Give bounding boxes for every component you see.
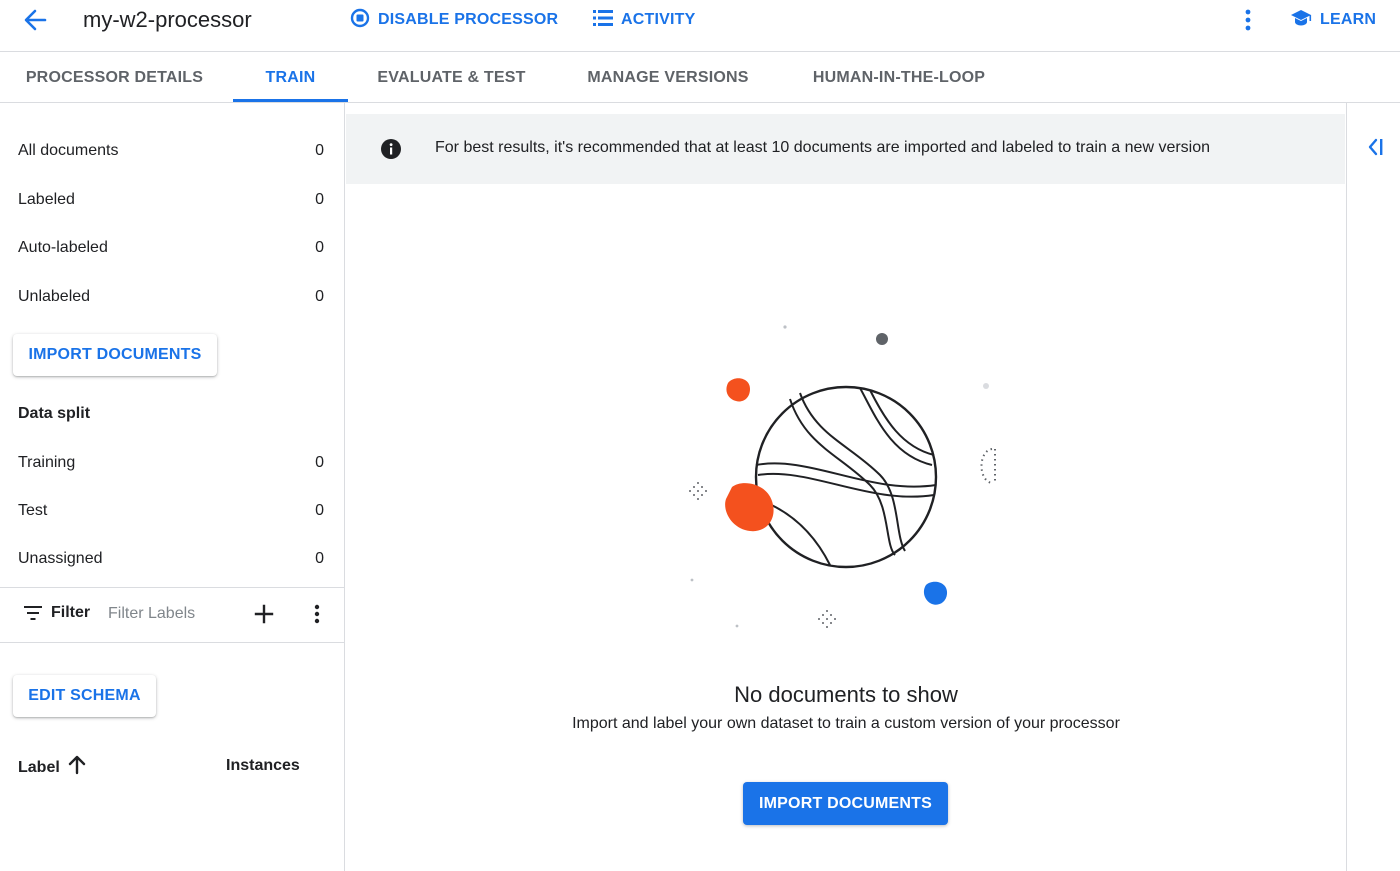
more-vert-icon[interactable] [1238, 6, 1258, 34]
split-count-training[interactable]: Training 0 [18, 451, 324, 475]
doc-count-label: Auto-labeled [18, 239, 108, 256]
activity-button[interactable]: ACTIVITY [593, 8, 696, 32]
learn-button[interactable]: LEARN [1290, 8, 1376, 32]
split-count-value: 0 [315, 502, 324, 519]
info-icon [381, 139, 401, 164]
doc-count-value: 0 [315, 239, 324, 256]
doc-count-all[interactable]: All documents 0 [18, 139, 324, 163]
label-filter-bar: Filter [0, 588, 344, 642]
more-vert-icon[interactable] [310, 603, 324, 625]
doc-count-label: Unlabeled [18, 288, 91, 305]
list-icon [593, 9, 621, 32]
divider [0, 642, 344, 643]
doc-count-label: Labeled [18, 191, 75, 208]
learn-label: LEARN [1320, 11, 1377, 28]
data-split-title: Data split [18, 405, 91, 422]
add-label-icon[interactable] [253, 603, 275, 625]
instances-column-header[interactable]: Instances [226, 757, 300, 775]
doc-count-auto-labeled[interactable]: Auto-labeled 0 [18, 236, 324, 260]
split-count-label: Test [18, 502, 48, 519]
doc-count-value: 0 [315, 288, 324, 305]
empty-state-title: No documents to show [734, 682, 958, 707]
split-count-unassigned[interactable]: Unassigned 0 [18, 547, 324, 571]
dataset-sidebar: All documents 0 Labeled 0 Auto-labeled 0… [0, 103, 345, 871]
label-column-header[interactable]: Label [18, 755, 86, 780]
page-title: my-w2-processor [83, 7, 252, 32]
edit-schema-button[interactable]: EDIT SCHEMA [13, 675, 156, 717]
split-count-value: 0 [315, 454, 324, 471]
tab-manage-versions[interactable]: MANAGE VERSIONS [573, 53, 763, 102]
tab-evaluate-test[interactable]: EVALUATE & TEST [364, 53, 539, 102]
activity-label: ACTIVITY [621, 11, 696, 28]
split-count-label: Unassigned [18, 550, 103, 567]
import-documents-button[interactable]: IMPORT DOCUMENTS [743, 782, 948, 825]
doc-count-label: All documents [18, 142, 119, 159]
split-count-test[interactable]: Test 0 [18, 499, 324, 523]
right-panel-strip [1346, 103, 1400, 871]
active-tab-indicator [233, 99, 348, 102]
doc-count-value: 0 [315, 142, 324, 159]
banner-message: For best results, it's recommended that … [435, 139, 1211, 156]
empty-state-illustration [670, 315, 1010, 645]
back-arrow-icon[interactable] [20, 6, 50, 34]
disable-processor-label: DISABLE PROCESSOR [378, 11, 559, 28]
disable-processor-button[interactable]: DISABLE PROCESSOR [350, 8, 558, 32]
split-count-value: 0 [315, 550, 324, 567]
filter-label: Filter [51, 604, 91, 621]
tab-human-in-the-loop[interactable]: HUMAN-IN-THE-LOOP [796, 53, 1002, 102]
doc-count-labeled[interactable]: Labeled 0 [18, 188, 324, 212]
filter-labels-input[interactable] [108, 602, 238, 626]
info-banner: For best results, it's recommended that … [346, 114, 1345, 184]
import-documents-sidebar-button[interactable]: IMPORT DOCUMENTS [13, 334, 217, 376]
arrow-upward-icon [60, 755, 86, 780]
tab-processor-details[interactable]: PROCESSOR DETAILS [12, 53, 217, 102]
top-app-bar: my-w2-processor DISABLE PROCESSOR ACTIVI… [0, 0, 1400, 52]
doc-count-value: 0 [315, 191, 324, 208]
expand-panel-icon[interactable] [1367, 137, 1385, 157]
label-column-title: Label [18, 758, 60, 776]
stop-circle-icon [350, 8, 378, 33]
tab-bar: PROCESSOR DETAILS TRAIN EVALUATE & TEST … [0, 53, 1400, 103]
tab-train[interactable]: TRAIN [233, 53, 348, 102]
graduation-cap-icon [1290, 9, 1320, 32]
doc-count-unlabeled[interactable]: Unlabeled 0 [18, 285, 324, 309]
empty-state-subtitle: Import and label your own dataset to tra… [572, 715, 1120, 732]
split-count-label: Training [18, 454, 76, 471]
filter-list-icon[interactable] [24, 606, 42, 625]
